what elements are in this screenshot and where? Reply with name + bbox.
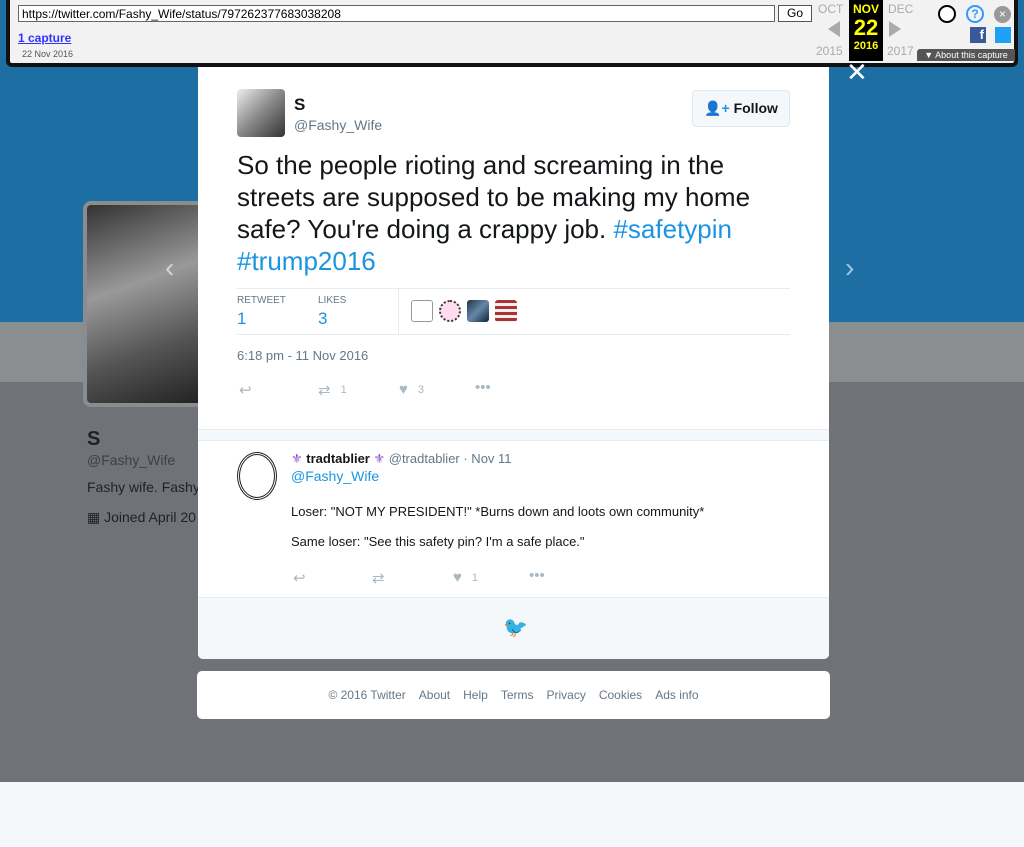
reply-line: Loser: "NOT MY PRESIDENT!" *Burns down a… (291, 504, 705, 519)
reply-like-count: 1 (471, 571, 479, 584)
next-month[interactable]: DEC (888, 2, 913, 16)
captures-link[interactable]: 1 capture (18, 31, 71, 45)
liker-avatar[interactable] (411, 300, 433, 322)
footer-link-privacy[interactable]: Privacy (546, 688, 585, 702)
go-button[interactable]: Go (778, 5, 812, 22)
liker-avatar[interactable] (467, 300, 489, 322)
tweet-timestamp[interactable]: 6:18 pm - 11 Nov 2016 (237, 348, 368, 363)
tweet-stats: RETWEET 1 LIKES 3 (237, 288, 790, 335)
author-handle[interactable]: @Fashy_Wife (294, 117, 382, 133)
cur-month: NOV (852, 2, 879, 16)
about-capture-button[interactable]: ▼ About this capture (917, 49, 1015, 61)
facebook-icon[interactable]: f (970, 27, 986, 43)
next-capture-arrow-icon[interactable] (889, 21, 901, 37)
calendar-icon: ▦ (87, 509, 105, 525)
like-button[interactable]: ♥ 3 (399, 381, 424, 398)
avatar[interactable] (237, 89, 285, 137)
likers-avatars (411, 300, 517, 322)
heart-icon: ♥ (399, 381, 408, 398)
footer-link-cookies[interactable]: Cookies (599, 688, 642, 702)
profile-avatar (83, 201, 207, 407)
reply-mention[interactable]: @Fashy_Wife (291, 468, 379, 484)
reply-icon[interactable]: ↩ (293, 569, 306, 587)
reply-text: Loser: "NOT MY PRESIDENT!" *Burns down a… (291, 504, 704, 550)
next-tweet-icon[interactable]: › (845, 252, 854, 284)
divider (398, 289, 399, 335)
fleur-de-lis-icon: ⚜ (291, 451, 307, 466)
joined-text: Joined April 20 (104, 509, 196, 525)
footer: © 2016 Twitter About Help Terms Privacy … (197, 671, 830, 719)
add-user-icon: 👤+ (704, 100, 734, 116)
like-action-count: 3 (417, 383, 425, 396)
fleur-de-lis-icon: ⚜ (369, 451, 389, 466)
cur-day: 22 (853, 15, 879, 40)
footer-link-help[interactable]: Help (463, 688, 488, 702)
retweet-label: RETWEET (237, 295, 286, 306)
reply-line: Same loser: "See this safety pin? I'm a … (291, 534, 585, 549)
author-name[interactable]: S (294, 95, 305, 115)
footer-link-about[interactable]: About (419, 688, 450, 702)
prev-capture-arrow-icon[interactable] (828, 21, 840, 37)
close-modal-icon[interactable]: ✕ (846, 57, 868, 88)
like-button[interactable]: ♥ 1 (453, 569, 478, 586)
footer-copyright: © 2016 Twitter (328, 688, 406, 702)
retweet-action-count: 1 (340, 384, 347, 396)
profile-joined: ▦ Joined April 20 (87, 509, 196, 526)
cur-year: 2016 (853, 40, 879, 52)
reply-icon[interactable]: ↩ (239, 381, 252, 399)
reply-header: ⚜ tradtablier ⚜ @tradtablier · Nov 11 (291, 451, 512, 467)
help-icon[interactable]: ? (966, 5, 984, 23)
separator (198, 429, 829, 441)
prev-tweet-icon[interactable]: ‹ (165, 252, 174, 284)
heart-icon: ♥ (453, 569, 462, 586)
twitter-share-icon[interactable] (995, 27, 1011, 43)
next-year[interactable]: 2017 (887, 44, 914, 58)
follow-button[interactable]: 👤+ Follow (692, 90, 790, 127)
close-toolbar-icon[interactable]: × (994, 6, 1011, 23)
footer-link-terms[interactable]: Terms (501, 688, 534, 702)
modal-bottom: 🐦 (198, 597, 829, 659)
current-capture: NOV 22 2016 (849, 0, 883, 61)
retweet-count[interactable]: 1 (237, 309, 246, 329)
more-icon[interactable]: ••• (529, 567, 545, 584)
more-icon[interactable]: ••• (475, 379, 491, 396)
follow-label: Follow (733, 100, 778, 116)
account-icon[interactable] (938, 5, 956, 23)
profile-name: S (87, 428, 101, 450)
tweet-text: So the people rioting and screaming in t… (237, 149, 777, 277)
retweet-button[interactable]: ⇄ 1 (318, 381, 347, 399)
tweet-modal: S @Fashy_Wife 👤+ Follow So the people ri… (198, 67, 829, 659)
reply-handle[interactable]: @tradtablier · Nov 11 (389, 451, 512, 466)
hashtag-link[interactable]: #trump2016 (237, 246, 376, 276)
twitter-bird-icon: 🐦 (503, 617, 528, 639)
profile-handle: @Fashy_Wife (87, 452, 176, 468)
likes-count[interactable]: 3 (318, 309, 327, 329)
prev-year[interactable]: 2015 (816, 44, 843, 58)
capture-date: 22 Nov 2016 (22, 49, 74, 59)
hashtag-link[interactable]: #safetypin (613, 214, 732, 244)
liker-avatar[interactable] (439, 300, 461, 322)
liker-avatar[interactable] (495, 300, 517, 322)
reply-author-name[interactable]: tradtablier (306, 451, 370, 466)
prev-month[interactable]: OCT (818, 2, 843, 16)
retweet-icon[interactable]: ⇄ (372, 569, 385, 587)
url-input[interactable]: https://twitter.com/Fashy_Wife/status/79… (18, 5, 775, 22)
likes-label: LIKES (318, 295, 347, 306)
footer-link-ads-info[interactable]: Ads info (655, 688, 698, 702)
profile-bio: Fashy wife. Fashy (87, 479, 200, 495)
retweet-icon: ⇄ (318, 382, 331, 399)
reply-avatar[interactable] (237, 452, 277, 500)
